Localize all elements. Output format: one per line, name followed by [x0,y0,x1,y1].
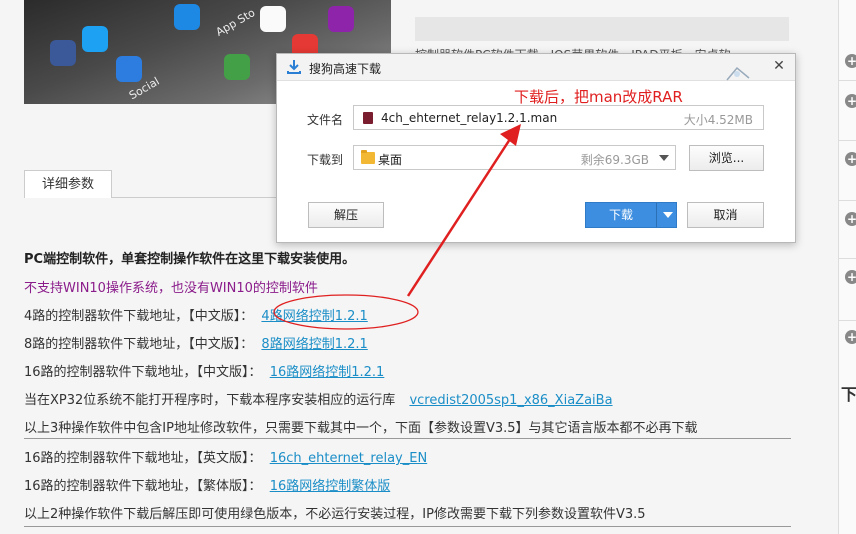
close-icon[interactable]: ✕ [771,58,787,74]
divider [24,526,791,527]
folder-icon [361,150,375,164]
tab-details[interactable]: 详细参数 [24,170,112,198]
list-item: 16路的控制器软件下载地址，【中文版】： 16路网络控制1.2.1 [24,361,384,380]
section-title: PC端控制软件，单套控制操作软件在这里下载安装使用。 [24,252,356,267]
list-item: 当在XP32位系统不能打开程序时，下载本程序安装相应的运行库 vcredist2… [24,389,613,408]
hero-label-appstore: App Sto [213,6,258,39]
filename-field[interactable]: 4ch_ehternet_relay1.2.1.man 大小4.52MB [353,105,764,130]
item-label: 4路的控制器软件下载地址，【中文版】： [24,309,254,324]
extract-button[interactable]: 解压 [308,202,384,228]
download-button[interactable]: 下载 [585,202,677,228]
win10-notice: 不支持WIN10操作系统，也没有WIN10的控制软件 [24,281,318,296]
info-text: 以上2种操作软件下载后解压即可使用绿色版本，不必运行安装过程，IP修改需要下载下… [24,507,646,522]
download-link-16ch[interactable]: 16路网络控制1.2.1 [270,365,385,380]
expand-plus-icon[interactable]: + [845,152,856,166]
list-item: 16路的控制器软件下载地址，【英文版】： 16ch_ehternet_relay… [24,447,427,466]
list-item: 8路的控制器软件下载地址，【中文版】： 8路网络控制1.2.1 [24,333,368,352]
photos-app-icon [260,6,286,32]
chevron-down-icon[interactable] [659,155,669,161]
expand-plus-icon[interactable]: + [845,330,856,344]
expand-plus-icon[interactable]: + [845,212,856,226]
download-dialog: 搜狗高速下载 ✕ 文件名 4ch_ehternet_relay1.2.1.man… [276,53,796,243]
expand-plus-icon[interactable]: + [845,270,856,284]
item-label: 16路的控制器软件下载地址，【繁体版】： [24,479,262,494]
list-item: 4路的控制器软件下载地址，【中文版】： 4路网络控制1.2.1 [24,305,368,324]
free-space: 剩余69.3GB [580,153,649,167]
download-link-16ch-tw[interactable]: 16路网络控制繁体版 [270,479,391,494]
item-label: 16路的控制器软件下载地址，【英文版】： [24,451,262,466]
dialog-title: 搜狗高速下载 [309,62,382,76]
download-link-vcredist[interactable]: vcredist2005sp1_x86_XiaZaiBa [409,393,612,408]
twitter-app-icon [82,26,108,52]
dialog-titlebar[interactable]: 搜狗高速下载 ✕ [277,54,795,81]
saveto-label: 下载到 [307,153,344,167]
instagram-app-icon [328,6,354,32]
file-size: 大小4.52MB [683,113,753,127]
divider [24,438,791,439]
annotation-text: 下载后，把man改成RAR [514,88,683,106]
app-icon [116,56,142,82]
download-link-4ch[interactable]: 4路网络控制1.2.1 [261,309,367,324]
whatsapp-app-icon [224,54,250,80]
appstore-app-icon [174,4,200,30]
filename-label: 文件名 [307,113,344,127]
chevron-down-icon[interactable] [663,212,673,218]
sidebar-heading: 下 [841,385,856,404]
decoration-icon [726,66,750,81]
filename-value: 4ch_ehternet_relay1.2.1.man [381,111,558,125]
browse-button[interactable]: 浏览... [689,145,764,171]
facebook-app-icon [50,40,76,66]
download-icon [287,60,301,74]
item-label: 当在XP32位系统不能打开程序时，下载本程序安装相应的运行库 [24,393,396,408]
right-column-bar [415,17,789,41]
save-location-select[interactable]: 桌面 剩余69.3GB [353,145,676,170]
info-text: 以上3种操作软件中包含IP地址修改软件，只需要下载其中一个，下面【参数设置V3.… [24,421,698,436]
item-label: 8路的控制器软件下载地址，【中文版】： [24,337,254,352]
download-link-16ch-en[interactable]: 16ch_ehternet_relay_EN [270,451,427,466]
file-icon [363,112,373,124]
expand-plus-icon[interactable]: + [845,54,856,68]
download-link-8ch[interactable]: 8路网络控制1.2.1 [261,337,367,352]
expand-plus-icon[interactable]: + [845,94,856,108]
cancel-button[interactable]: 取消 [687,202,764,228]
download-button-label: 下载 [608,208,633,222]
right-sidebar: + + + + + + 下 [838,0,856,534]
item-label: 16路的控制器软件下载地址，【中文版】： [24,365,262,380]
list-item: 16路的控制器软件下载地址，【繁体版】： 16路网络控制繁体版 [24,475,390,494]
folder-name: 桌面 [378,153,403,167]
